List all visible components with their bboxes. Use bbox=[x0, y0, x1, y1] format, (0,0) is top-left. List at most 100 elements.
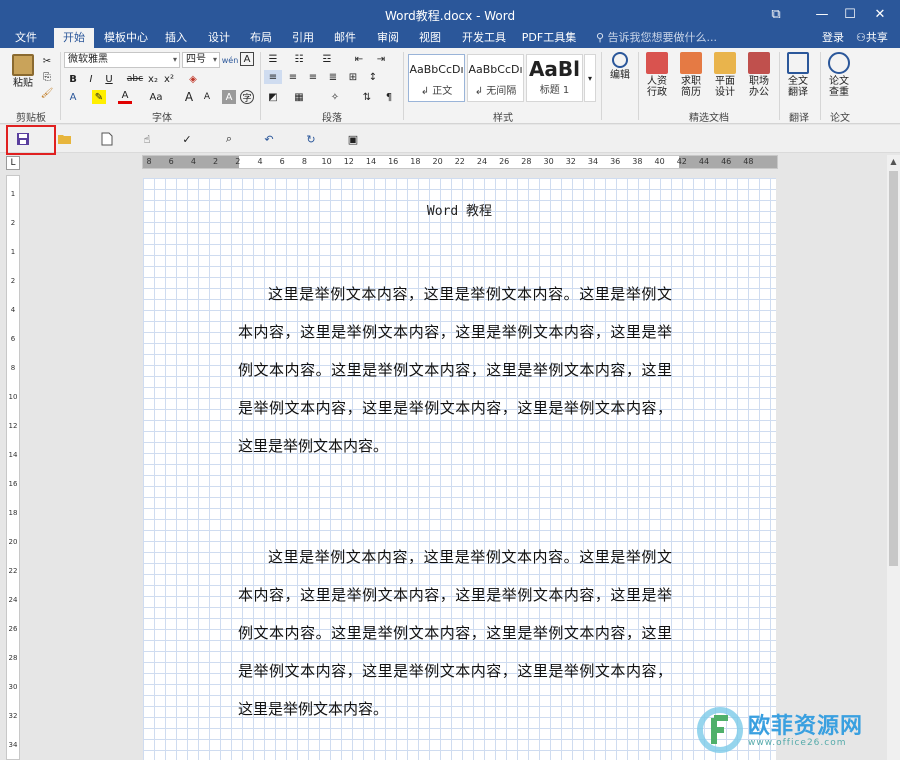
tell-me-search[interactable]: ⚲ 告诉我您想要做什么... bbox=[596, 28, 717, 48]
tab-file[interactable]: 文件 bbox=[6, 28, 46, 48]
copy-icon[interactable]: ⎘ bbox=[40, 70, 54, 84]
customize-toolbar-icon[interactable]: ▣ bbox=[344, 130, 362, 148]
bullets-icon[interactable]: ☰ bbox=[264, 52, 282, 66]
character-border-icon[interactable]: A bbox=[240, 52, 254, 66]
paper-check-button[interactable]: 论文 查重 bbox=[824, 52, 854, 98]
style-no-spacing[interactable]: AaBbCcDı ↲ 无间隔 bbox=[467, 54, 524, 102]
borders-icon[interactable]: ▦ bbox=[290, 90, 308, 104]
tab-layout[interactable]: 布局 bbox=[243, 28, 279, 48]
tab-references[interactable]: 引用 bbox=[285, 28, 321, 48]
numbering-icon[interactable]: ☷ bbox=[290, 52, 308, 66]
cut-icon[interactable]: ✂ bbox=[40, 54, 54, 68]
font-color-button[interactable]: A bbox=[118, 90, 132, 104]
ruler-tick-label: 4 bbox=[257, 157, 263, 166]
multilevel-list-icon[interactable]: ☲ bbox=[318, 52, 336, 66]
ruler-tick-label: 18 bbox=[410, 157, 421, 166]
shrink-font-button[interactable]: A bbox=[200, 90, 214, 104]
change-case-button[interactable]: Aa bbox=[146, 90, 166, 104]
increase-indent-icon[interactable]: ⇥ bbox=[372, 52, 390, 66]
featured-office[interactable]: 职场 办公 bbox=[744, 52, 774, 98]
tab-view[interactable]: 视图 bbox=[412, 28, 448, 48]
title-bar: Word教程.docx - Word ⧉ — ☐ ✕ bbox=[0, 0, 900, 28]
featured-hr-admin[interactable]: 人资 行政 bbox=[642, 52, 672, 98]
featured-graphic-design[interactable]: 平面 设计 bbox=[710, 52, 740, 98]
divider bbox=[403, 52, 404, 120]
decrease-indent-icon[interactable]: ⇤ bbox=[350, 52, 368, 66]
sort-icon[interactable]: ⇅ bbox=[358, 90, 376, 104]
tab-review[interactable]: 审阅 bbox=[370, 28, 406, 48]
new-document-icon[interactable] bbox=[98, 130, 116, 148]
style-name: 标题 1 bbox=[539, 85, 570, 96]
ruler-tick-label: 34 bbox=[587, 157, 599, 166]
tab-insert[interactable]: 插入 bbox=[158, 28, 194, 48]
document-page[interactable]: Word 教程 这里是举例文本内容，这里是举例文本内容。这里是举例文本内容，这里… bbox=[143, 178, 776, 760]
tab-template-center[interactable]: 模板中心 bbox=[100, 28, 152, 48]
paragraph-group-label: 段落 bbox=[322, 113, 342, 124]
scroll-up-icon[interactable]: ▲ bbox=[887, 155, 900, 169]
underline-button[interactable]: U bbox=[102, 72, 116, 86]
divider bbox=[60, 52, 61, 120]
highlight-icon[interactable]: ✎ bbox=[92, 90, 106, 104]
open-folder-icon[interactable] bbox=[56, 130, 74, 148]
quick-access-toolbar: ☝ ✓ ⌕ ↶ ↻ ▣ bbox=[0, 125, 900, 153]
tab-mailings[interactable]: 邮件 bbox=[327, 28, 363, 48]
save-highlight-box bbox=[6, 125, 56, 155]
bold-button[interactable]: B bbox=[66, 72, 80, 86]
full-translate-button[interactable]: 全文 翻译 bbox=[783, 52, 813, 98]
vertical-scrollbar[interactable]: ▲ bbox=[887, 155, 900, 760]
wen-phonetic-icon[interactable]: wén bbox=[222, 52, 239, 68]
login-link[interactable]: 登录 bbox=[822, 28, 844, 48]
text-effects-icon[interactable]: A bbox=[66, 90, 80, 104]
clear-formatting-icon[interactable]: ◈ bbox=[186, 72, 200, 86]
align-left-icon[interactable]: ≡ bbox=[264, 70, 282, 84]
vertical-ruler[interactable]: 1 2 1 2 4 6 8 10 12 14 16 18 20 22 24 26 28 30 32 34 bbox=[6, 175, 20, 760]
tab-developer[interactable]: 开发工具 bbox=[456, 28, 512, 48]
editing-button[interactable]: 编辑 bbox=[605, 52, 635, 81]
enclose-characters-icon[interactable]: 字 bbox=[240, 90, 254, 104]
horizontal-ruler[interactable]: 8 6 4 2 2 4 6 8 10 12 14 16 18 20 22 24 26 28 30 32 34 36 38 40… bbox=[142, 155, 778, 169]
tab-home[interactable]: 开始 bbox=[54, 28, 94, 48]
divider bbox=[601, 52, 602, 120]
ruler-tick-label: 14 bbox=[8, 451, 18, 459]
styles-more-icon[interactable]: ▾ bbox=[584, 54, 596, 102]
subscript-button[interactable]: x₂ bbox=[146, 72, 160, 86]
scroll-thumb[interactable] bbox=[889, 171, 898, 566]
print-preview-icon[interactable]: ⌕ bbox=[220, 130, 238, 148]
style-normal[interactable]: AaBbCcDı ↲ 正文 bbox=[408, 54, 465, 102]
align-right-icon[interactable]: ≡ bbox=[304, 70, 322, 84]
show-marks-icon[interactable]: ¶ bbox=[380, 90, 398, 104]
align-center-icon[interactable]: ≡ bbox=[284, 70, 302, 84]
justify-icon[interactable]: ≣ bbox=[324, 70, 342, 84]
redo-icon[interactable]: ↻ bbox=[302, 130, 320, 148]
lightbulb-icon: ⚲ bbox=[596, 31, 608, 44]
font-size-select[interactable]: 四号 ▾ bbox=[182, 52, 220, 68]
style-heading-1[interactable]: AaBl 标题 1 bbox=[526, 54, 583, 102]
tab-pdf-tools[interactable]: PDF工具集 bbox=[518, 28, 580, 48]
distributed-icon[interactable]: ⊞ bbox=[344, 70, 362, 84]
format-painter-icon[interactable]: 🖌 bbox=[40, 86, 54, 100]
asian-layout-icon[interactable]: ✧ bbox=[326, 90, 344, 104]
ruler-tick-label: 4 bbox=[10, 306, 16, 314]
ruler-tick-label: 18 bbox=[8, 509, 18, 517]
character-shading-icon[interactable]: A bbox=[222, 90, 236, 104]
touch-mode-icon[interactable]: ☝ bbox=[138, 130, 156, 148]
featured-resume[interactable]: 求职 简历 bbox=[676, 52, 706, 98]
undo-icon[interactable]: ↶ bbox=[260, 130, 278, 148]
tab-design[interactable]: 设计 bbox=[201, 28, 237, 48]
line-spacing-icon[interactable]: ↕ bbox=[364, 70, 382, 84]
ruler-tick-label: 20 bbox=[8, 538, 18, 546]
shading-icon[interactable]: ◩ bbox=[264, 90, 282, 104]
paste-button[interactable]: 粘贴 bbox=[8, 54, 38, 89]
superscript-button[interactable]: x² bbox=[162, 72, 176, 86]
ruler-tick-label: 8 bbox=[10, 364, 16, 372]
font-name-select[interactable]: 微软雅黑 ▾ bbox=[64, 52, 180, 68]
ruler-tick-label: 10 bbox=[321, 157, 332, 166]
grow-font-button[interactable]: A bbox=[182, 90, 196, 104]
spelling-check-icon[interactable]: ✓ bbox=[178, 130, 196, 148]
ribbon-display-options-button[interactable]: ⧉ bbox=[754, 0, 798, 28]
strikethrough-button[interactable]: abc bbox=[126, 72, 144, 86]
close-button[interactable]: ✕ bbox=[858, 0, 900, 28]
share-button[interactable]: ⚇共享 bbox=[856, 28, 888, 48]
italic-button[interactable]: I bbox=[84, 72, 98, 86]
tab-selector[interactable]: L bbox=[6, 156, 20, 170]
